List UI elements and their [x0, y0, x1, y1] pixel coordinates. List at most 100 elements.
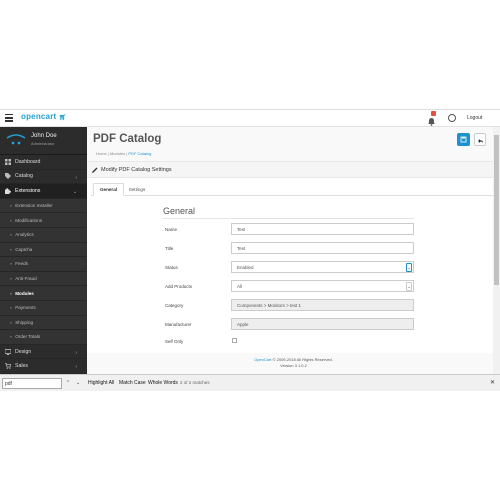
find-input[interactable]: pdf [2, 378, 62, 389]
logo-text: opencart [21, 112, 57, 121]
sidebar-menu: Dashboard Catalog › Extensions ⌄ » Exten… [0, 155, 87, 374]
sidebar-item-modules[interactable]: » Modules [0, 286, 87, 301]
notification-bell-icon[interactable] [427, 111, 436, 126]
sidebar-item-label: Modules [15, 290, 34, 296]
highlight-all-toggle[interactable]: Highlight All [88, 380, 114, 386]
form-row-status: Status Enabled ⌄ [165, 261, 414, 274]
tag-icon [5, 173, 11, 180]
sidebar-item-catalog[interactable]: Catalog › [0, 170, 87, 185]
sidebar-item-label: Payments [15, 305, 36, 311]
name-label: Name [165, 227, 178, 232]
breadcrumb-current[interactable]: PDF Catalog [128, 151, 151, 156]
double-chevron-icon: » [10, 319, 13, 325]
double-chevron-icon: » [10, 290, 13, 296]
pencil-icon [92, 167, 98, 173]
sidebar-item-extensions[interactable]: Extensions ⌄ [0, 184, 87, 199]
sidebar-item-captcha[interactable]: » Captcha [0, 242, 87, 258]
form-row-self-only: Self Only [165, 335, 414, 348]
scrollbar-thumb[interactable] [494, 135, 499, 285]
find-bar: pdf ⌃ ⌄ Highlight All Match Case Whole W… [0, 374, 500, 391]
sidebar-item-order-totals[interactable]: » Order Totals [0, 330, 87, 345]
breadcrumb-modules[interactable]: Modules [110, 151, 125, 156]
page-scrollbar[interactable] [493, 127, 500, 374]
dashboard-icon [5, 158, 11, 165]
sidebar-item-label: Order Totals [15, 334, 41, 340]
tab-settings[interactable]: Settings [126, 183, 148, 196]
category-field[interactable]: Components > Monitors > test 1 [231, 299, 414, 311]
opencart-logo[interactable]: opencart 🛒︎ [21, 112, 67, 121]
breadcrumb: Home | Modules | PDF Catalog [96, 151, 151, 156]
menu-toggle-icon[interactable] [5, 114, 13, 122]
back-button[interactable] [474, 133, 486, 146]
manufacturer-field[interactable]: Apple [231, 318, 414, 330]
browser-viewport: opencart 🛒︎ Logout John Doe Administrato… [0, 109, 500, 391]
reply-icon [478, 139, 483, 143]
double-chevron-icon: » [10, 334, 13, 340]
add-products-select[interactable]: All ⌄ [231, 280, 414, 292]
double-chevron-icon: » [10, 261, 13, 267]
sidebar-item-extension-installer[interactable]: » Extension Installer [0, 198, 87, 214]
monitor-icon [4, 348, 12, 355]
double-chevron-icon: » [10, 276, 13, 282]
double-chevron-icon: » [10, 217, 13, 223]
status-select[interactable]: Enabled ⌄ [231, 261, 414, 273]
top-header: opencart 🛒︎ Logout [0, 110, 500, 127]
panel-title: Modify PDF Catalog Settings [101, 167, 172, 173]
chevron-down-icon: ⌄ [406, 263, 412, 272]
cart-icon: 🛒︎ [58, 115, 67, 121]
sidebar-item-payments[interactable]: » Payments [0, 300, 87, 316]
save-button[interactable] [457, 133, 470, 146]
sidebar-item-label: Modifications [15, 217, 43, 223]
sidebar-item-label: Design [15, 348, 32, 355]
chevron-right-icon: › [75, 349, 77, 356]
add-products-value: All [237, 284, 243, 289]
whole-words-toggle[interactable]: Whole Words [148, 380, 178, 386]
sidebar: John Doe Administrator Dashboard Catalog… [0, 127, 87, 374]
double-chevron-icon: » [10, 232, 13, 238]
sidebar-item-shipping[interactable]: » Shipping [0, 315, 87, 331]
sidebar-item-anti-fraud[interactable]: » Anti-Fraud [0, 271, 87, 287]
close-icon[interactable]: ✕ [490, 379, 495, 386]
divider [163, 218, 414, 219]
sidebar-item-modifications[interactable]: » Modifications [0, 213, 87, 228]
category-label: Category [165, 303, 184, 308]
footer-copy: © 2009-2018 All Rights Reserved. [272, 357, 333, 362]
sidebar-item-label: Extension Installer [15, 203, 53, 209]
footer-link[interactable]: OpenCart [254, 357, 271, 362]
sidebar-item-design[interactable]: Design › [0, 345, 87, 360]
sidebar-item-label: Feeds [15, 261, 29, 267]
double-chevron-icon: » [10, 246, 13, 252]
sidebar-item-label: Dashboard [15, 158, 41, 165]
find-previous-icon[interactable]: ⌃ [66, 380, 70, 386]
sidebar-item-label: Captcha [15, 246, 33, 252]
form-row-manufacturer: Manufacturer Apple [165, 318, 414, 331]
breadcrumb-home[interactable]: Home [96, 151, 107, 156]
sidebar-item-sales[interactable]: Sales › [0, 359, 87, 374]
form-row-add-products: Add Products All ⌄ [165, 280, 414, 293]
name-field[interactable]: Test [231, 223, 414, 235]
save-icon [460, 136, 467, 143]
logout-link[interactable]: Logout [467, 115, 482, 121]
self-only-checkbox[interactable] [232, 338, 237, 343]
globe-icon[interactable] [448, 114, 456, 122]
puzzle-icon [5, 188, 11, 194]
profile-name: John Doe [31, 133, 57, 139]
sidebar-item-label: Anti-Fraud [15, 276, 37, 282]
sidebar-item-feeds[interactable]: » Feeds [0, 257, 87, 272]
cart-icon [5, 363, 12, 370]
main-content: PDF Catalog Home | Modules | PDF Catalog… [87, 127, 500, 374]
breadcrumb-separator: | [107, 151, 109, 156]
double-chevron-icon: » [10, 305, 13, 311]
sidebar-item-dashboard[interactable]: Dashboard [0, 155, 87, 170]
find-next-icon[interactable]: ⌄ [76, 380, 80, 386]
self-only-label: Self Only [165, 339, 184, 344]
sidebar-item-analytics[interactable]: » Analytics [0, 227, 87, 243]
chevron-right-icon: › [75, 364, 77, 371]
title-field[interactable]: Test [231, 242, 414, 254]
tab-bar: General Settings [91, 183, 493, 196]
match-case-toggle[interactable]: Match Case [119, 380, 146, 386]
manufacturer-label: Manufacturer [165, 322, 192, 327]
panel-heading: Modify PDF Catalog Settings [87, 162, 500, 178]
sidebar-item-label: Catalog [15, 173, 33, 180]
tab-general[interactable]: General [93, 183, 124, 196]
